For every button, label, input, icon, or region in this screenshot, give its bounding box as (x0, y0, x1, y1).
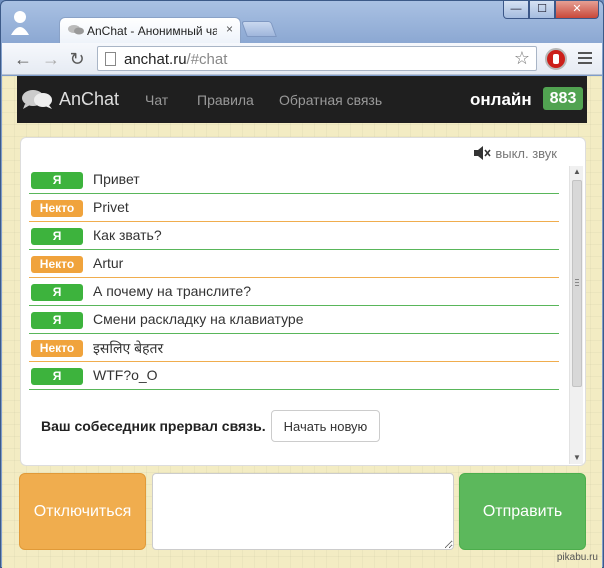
sender-badge: Я (31, 172, 83, 189)
speaker-mute-icon (474, 146, 491, 160)
browser-toolbar: ← → ↻ anchat.ru/#chat ☆ (2, 43, 602, 75)
disconnect-button[interactable]: Отключиться (19, 473, 146, 550)
message-input[interactable] (152, 473, 454, 550)
browser-window: AnChat - Анонимный ча × — ☐ ✕ ← → ↻ anch… (0, 0, 604, 568)
message-row: Я Смени раскладку на клавиатуре (29, 306, 559, 334)
user-profile-icon[interactable] (9, 9, 31, 35)
nav-link-rules[interactable]: Правила (197, 92, 254, 108)
message-text: Artur (93, 255, 124, 271)
message-text: Смени раскладку на клавиатуре (93, 311, 304, 327)
message-text: Привет (93, 171, 140, 187)
brand-name[interactable]: AnChat (59, 89, 119, 110)
message-text: А почему на транслите? (93, 283, 251, 299)
watermark: pikabu.ru (556, 552, 598, 563)
online-count-badge: 883 (543, 87, 583, 110)
url-text[interactable]: anchat.ru/#chat (124, 51, 227, 68)
composer-bar: Отключиться Отправить (19, 473, 587, 550)
nav-link-chat[interactable]: Чат (145, 92, 168, 108)
sender-badge: Я (31, 368, 83, 385)
message-row: Я Привет (29, 166, 559, 194)
message-row: Некто Privet (29, 194, 559, 222)
scroll-up-arrow-icon[interactable]: ▲ (570, 166, 584, 178)
message-text: Как звать? (93, 227, 162, 243)
sender-badge: Я (31, 228, 83, 245)
forward-arrow-icon[interactable]: → (40, 48, 62, 70)
window-controls: — ☐ ✕ (503, 1, 599, 19)
chat-bubbles-icon (68, 25, 84, 35)
message-text: Privet (93, 199, 129, 215)
minimize-button[interactable]: — (503, 1, 529, 19)
sender-badge: Я (31, 312, 83, 329)
status-text: Ваш собеседник прервал связь. (41, 418, 266, 434)
sound-toggle-label[interactable]: выкл. звук (495, 146, 557, 161)
back-arrow-icon[interactable]: ← (12, 48, 34, 70)
send-button[interactable]: Отправить (459, 473, 586, 550)
grip-icon (575, 279, 579, 288)
tab-title: AnChat - Анонимный ча (87, 24, 217, 38)
bookmark-star-icon[interactable]: ☆ (514, 48, 530, 69)
sender-badge: Я (31, 284, 83, 301)
message-row: Некто इसलिए बेहतर (29, 334, 559, 362)
message-text: WTF?o_O (93, 367, 158, 383)
message-text: इसलिए बेहतर (93, 340, 164, 356)
sender-badge: Некто (31, 340, 83, 357)
scroll-down-arrow-icon[interactable]: ▼ (570, 452, 584, 464)
site-navbar: AnChat Чат Правила Обратная связь онлайн… (17, 76, 587, 123)
page-content: AnChat Чат Правила Обратная связь онлайн… (2, 76, 602, 568)
message-row: Некто Artur (29, 250, 559, 278)
maximize-button[interactable]: ☐ (529, 1, 555, 19)
page-icon (105, 52, 116, 66)
new-tab-button[interactable] (241, 21, 277, 37)
sender-badge: Некто (31, 200, 83, 217)
browser-menu-icon[interactable] (578, 52, 592, 67)
nav-link-feedback[interactable]: Обратная связь (279, 92, 382, 108)
chat-bubbles-logo-icon[interactable] (21, 88, 53, 110)
scroll-thumb[interactable] (572, 180, 582, 387)
sound-toggle[interactable]: выкл. звук (473, 145, 557, 161)
start-new-button[interactable]: Начать новую (270, 410, 381, 442)
online-label: онлайн (470, 90, 532, 109)
tab-close-icon[interactable]: × (226, 22, 233, 36)
message-list: Я Привет Некто Privet Я Как звать? Некто… (29, 166, 559, 390)
chat-panel: выкл. звук Я Привет Некто Privet Я Как з… (20, 137, 586, 466)
chat-scrollbar[interactable]: ▲ ▼ (569, 166, 583, 464)
message-row: Я Как звать? (29, 222, 559, 250)
browser-tab[interactable]: AnChat - Анонимный ча × (59, 17, 241, 43)
reload-icon[interactable]: ↻ (66, 48, 88, 70)
close-window-button[interactable]: ✕ (555, 1, 599, 19)
sender-badge: Некто (31, 256, 83, 273)
disconnect-status: Ваш собеседник прервал связь. Начать нов… (41, 410, 381, 442)
adblock-extension-icon[interactable] (545, 48, 567, 70)
message-row: Я WTF?o_O (29, 362, 559, 390)
address-bar[interactable]: anchat.ru/#chat ☆ (97, 46, 537, 71)
message-row: Я А почему на транслите? (29, 278, 559, 306)
